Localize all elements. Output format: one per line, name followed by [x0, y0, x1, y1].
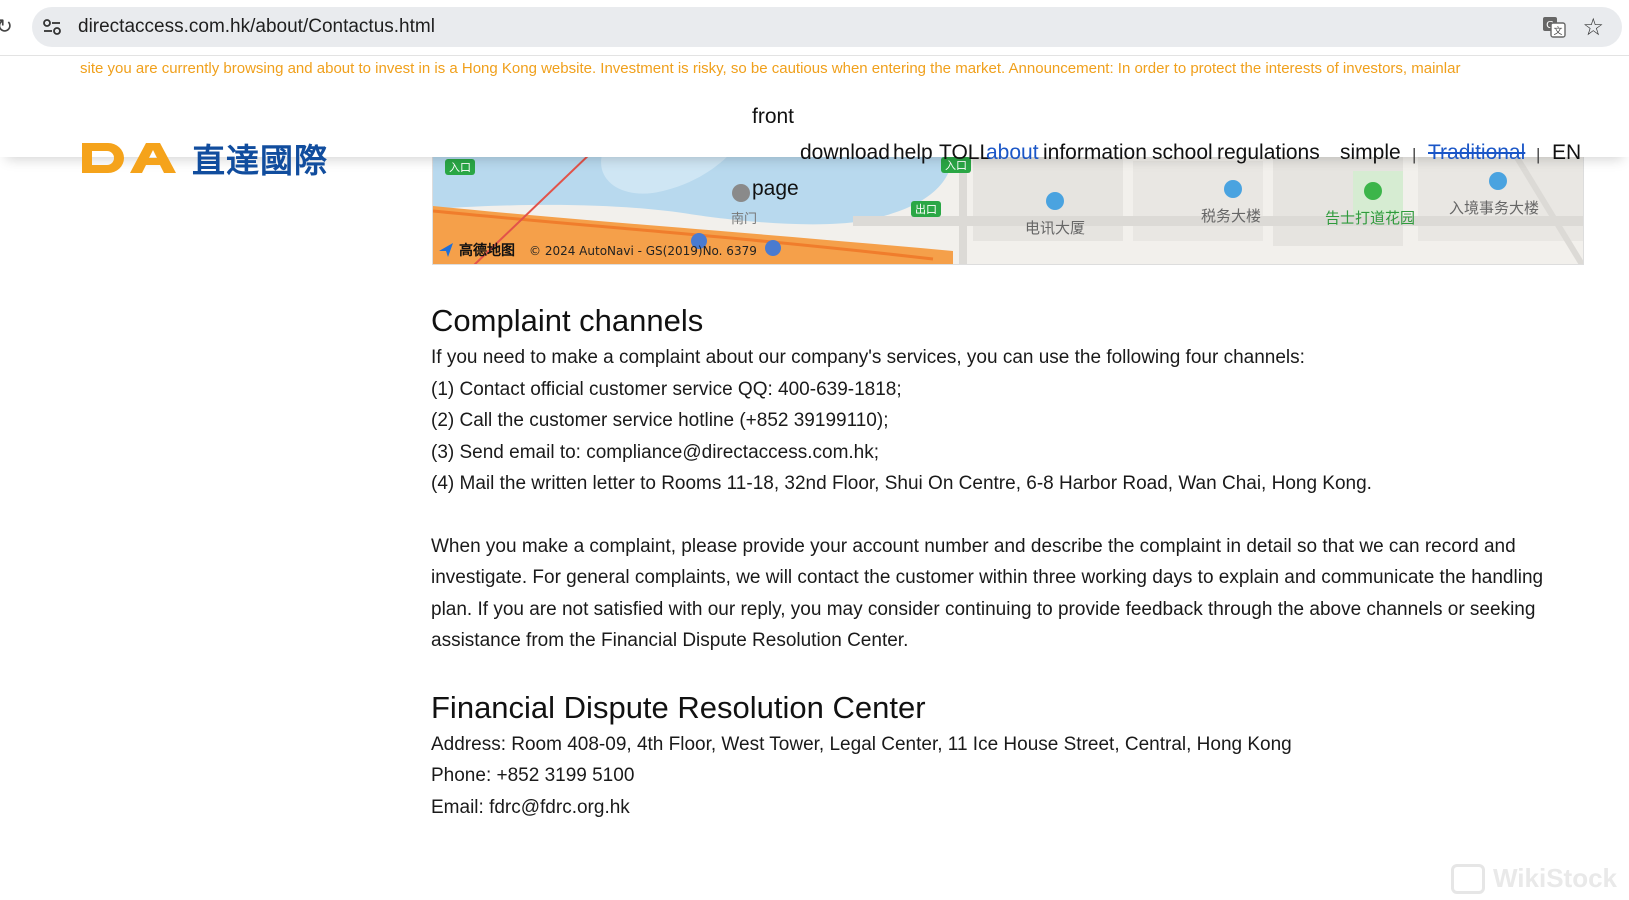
logo-name: 直達國際: [192, 141, 328, 180]
watermark-text: WikiStock: [1492, 863, 1617, 893]
lang-en[interactable]: EN: [1552, 141, 1581, 165]
nav-help[interactable]: help: [893, 141, 933, 165]
map-label-exit: 出口: [915, 202, 937, 216]
site-info-icon[interactable]: [42, 18, 62, 36]
nav-download[interactable]: download: [800, 141, 890, 165]
nav-school[interactable]: school: [1152, 141, 1213, 165]
nav-regulations[interactable]: regulations: [1217, 141, 1320, 165]
watermark: WikiStock: [1450, 863, 1617, 894]
nav-front[interactable]: front: [752, 105, 794, 129]
nav-toll[interactable]: TOLL: [939, 141, 991, 165]
map-label-immigration: 入境事务大楼: [1449, 199, 1539, 217]
complaints-intro: If you need to make a complaint about ou…: [431, 347, 1305, 368]
svg-text:文: 文: [1553, 25, 1562, 37]
map-brand: 高德地图: [459, 242, 515, 259]
map-label-south-gate: 南门: [731, 211, 757, 227]
complaint-channel-item: (4) Mail the written letter to Rooms 11-…: [431, 473, 1372, 494]
complaints-title: Complaint channels: [431, 303, 704, 338]
watermark-logo-icon: [1450, 863, 1485, 894]
map-label-tax: 税务大楼: [1201, 207, 1261, 225]
da-logo-mark-icon: [82, 143, 176, 173]
site-logo[interactable]: 直達國際: [80, 138, 328, 180]
contact-content: Complaint channels If you need to make a…: [431, 300, 1581, 823]
map-canvas[interactable]: 入口 入口 出口 南门 电讯大厦 税务大楼 告士打道花园 入境事务大楼 高德地图…: [433, 151, 1584, 265]
map-label-telecom: 电讯大厦: [1025, 219, 1085, 237]
announcement-ticker: site you are currently browsing and abou…: [80, 60, 1461, 77]
lang-traditional[interactable]: Traditional: [1428, 141, 1525, 165]
map-copyright: © 2024 AutoNavi - GS(2019)No. 6379: [529, 244, 757, 258]
fdrc-title: Financial Dispute Resolution Center: [431, 689, 926, 725]
lang-separator: |: [1412, 145, 1417, 164]
nav-about[interactable]: about: [986, 141, 1039, 165]
map-label-entrance: 入口: [449, 161, 471, 174]
complaints-detail: When you make a complaint, please provid…: [431, 535, 1544, 652]
fdrc-email: Email: fdrc@fdrc.org.hk: [431, 796, 630, 818]
lang-simple[interactable]: simple: [1340, 141, 1401, 165]
lang-separator: |: [1536, 145, 1541, 164]
fdrc-phone: Phone: +852 3199 5100: [431, 765, 635, 786]
translate-icon[interactable]: G 文: [1542, 16, 1566, 38]
complaint-channel-item: (1) Contact official customer service QQ…: [431, 378, 902, 400]
url-text[interactable]: directaccess.com.hk/about/Contactus.html: [78, 16, 435, 38]
complaint-channel-item: (3) Send email to: compliance@directacce…: [431, 441, 880, 463]
bookmark-star-icon[interactable]: ☆: [1582, 13, 1604, 42]
address-bar[interactable]: directaccess.com.hk/about/Contactus.html…: [32, 7, 1622, 47]
complaint-channel-item: (2) Call the customer service hotline (+…: [431, 410, 889, 431]
fdrc-address: Address: Room 408-09, 4th Floor, West To…: [431, 733, 1292, 755]
nav-page[interactable]: page: [752, 177, 799, 201]
map-label-garden: 告士打道花园: [1325, 209, 1415, 227]
browser-toolbar: ↻ directaccess.com.hk/about/Contactus.ht…: [0, 0, 1629, 56]
location-map[interactable]: 入口 入口 出口 南门 电讯大厦 税务大楼 告士打道花园 入境事务大楼 高德地图…: [432, 150, 1584, 265]
nav-information[interactable]: information: [1043, 141, 1147, 165]
reload-icon[interactable]: ↻: [0, 14, 13, 39]
